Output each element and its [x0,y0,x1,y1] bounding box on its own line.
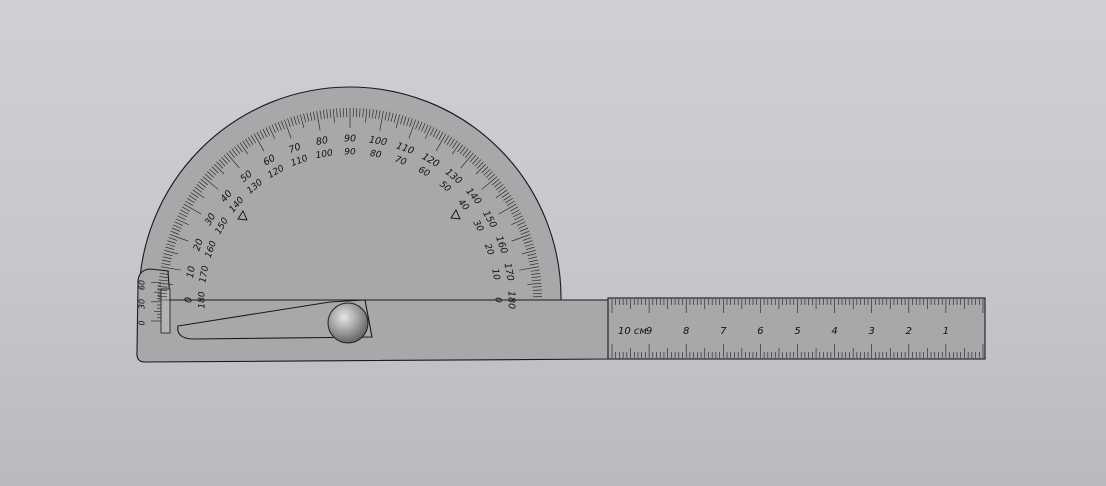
protractor-degree-label: 80 [369,149,382,161]
protractor-degree-label: 90 [344,148,356,158]
ruler-cm-label: 10 см [618,326,647,337]
ruler-cm-label: 8 [683,326,689,337]
protractor-degree-label: 180 [506,291,517,309]
vernier-slot [160,288,171,334]
protractor-ruler-model[interactable]: 01020304050607080 90 100 110120130140150160… [0,0,1106,486]
protractor-degree-label: 10 [489,268,501,281]
protractor-degree-label: 0 [184,297,195,303]
pivot-knob-icon[interactable] [327,302,369,344]
vernier-label: 30 [138,299,147,309]
protractor-degree-label: 80 [315,135,329,148]
ruler-cm-label: 5 [794,326,800,337]
ruler-cm-label: 4 [831,326,837,337]
ruler-cm-label: 3 [869,326,875,337]
ruler-cm-label: 1 [943,326,949,337]
vernier-label: 60 [138,280,147,290]
protractor-degree-label: 180 [198,291,208,308]
ruler-cm-label: 2 [906,326,912,337]
ruler-cm-label: 7 [720,326,727,337]
ruler-cm-label: 6 [757,326,763,337]
protractor-degree-label: 10 [185,265,198,279]
cad-viewport[interactable]: 0 10 20 30 40 50 60 70 80 90 100 110 120 130 140 150 160… [0,0,1106,486]
protractor-degree-label: 0 [493,297,503,303]
protractor-degree-label: 90 [344,134,356,145]
ruler-cm-label: 9 [646,326,652,337]
vernier-label: 0 [138,320,147,325]
